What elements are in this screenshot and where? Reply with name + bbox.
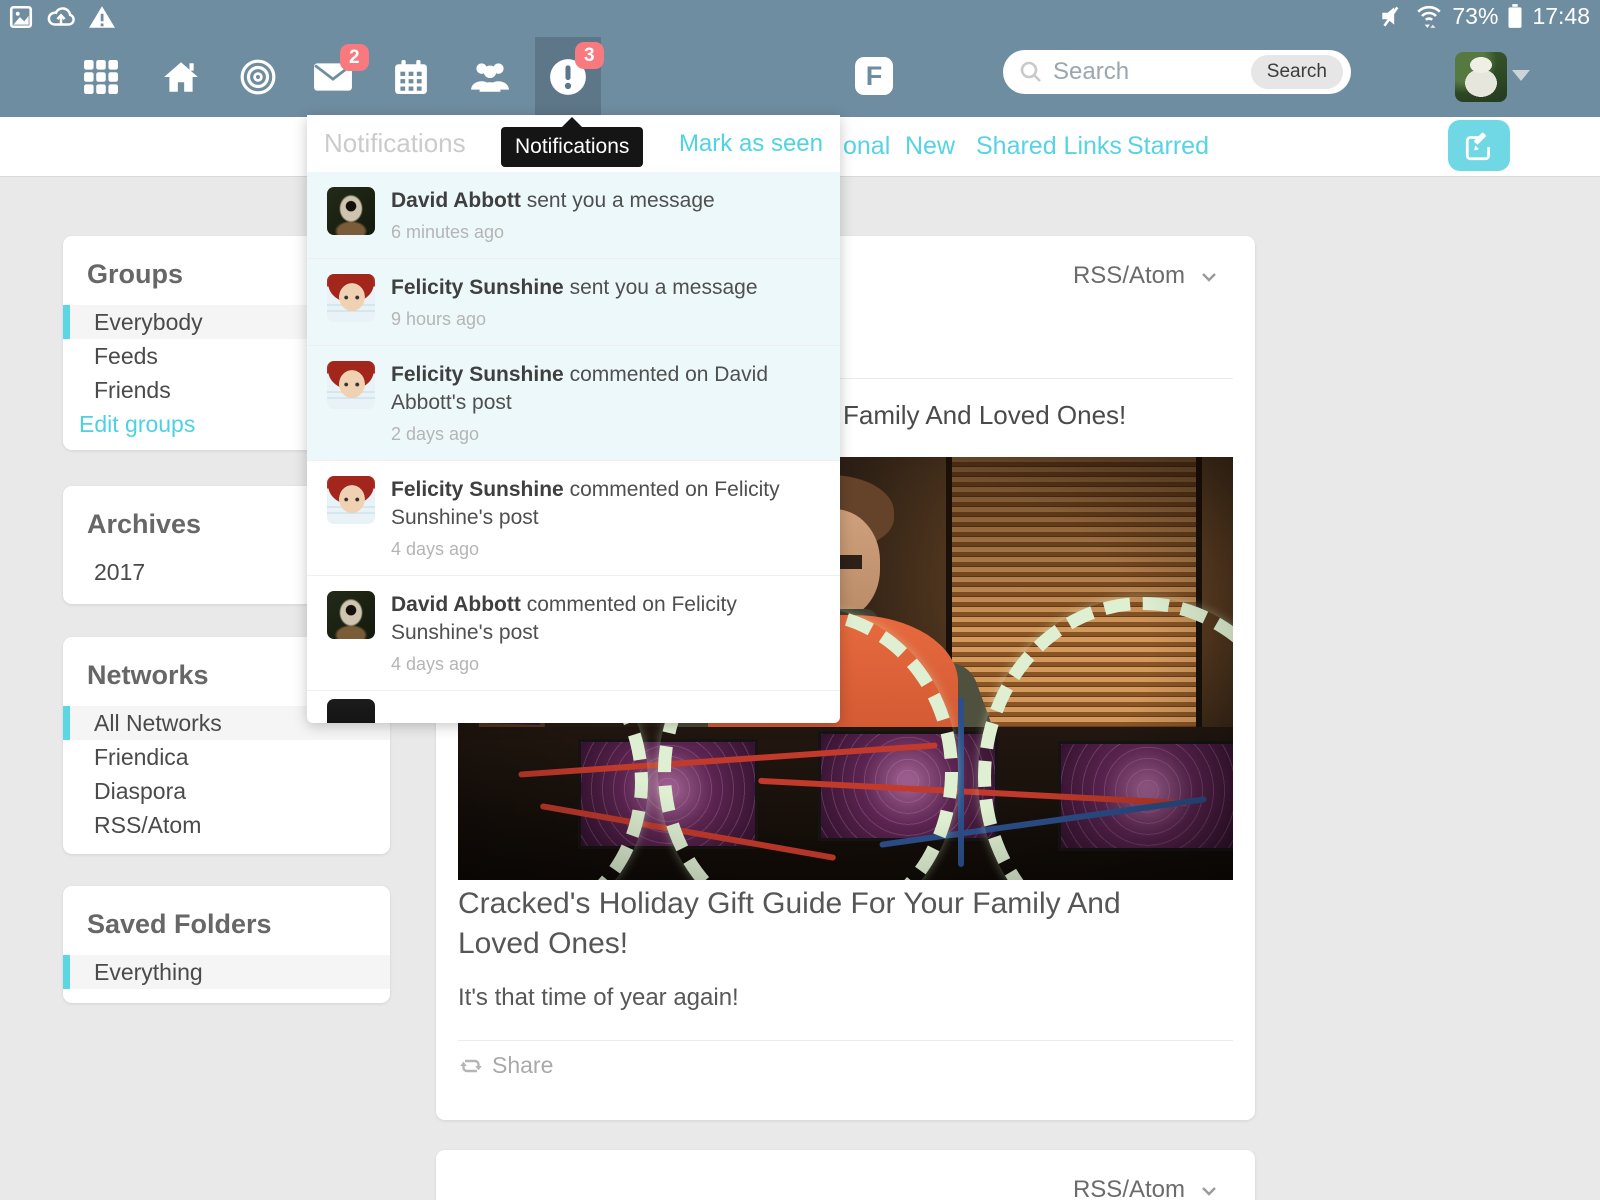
networks-list: All Networks Friendica Diaspora RSS/Atom [63,706,390,842]
user-avatar[interactable] [1455,52,1507,102]
notification-text: Felicity Sunshine commented on Felicity … [391,476,824,532]
clock-text: 17:48 [1532,3,1590,30]
calendar-icon [393,59,429,95]
apps-grid-icon [83,59,119,95]
notifications-dropdown: Notifications Mark as seen David Abbott … [307,115,840,723]
share-retweet-icon [458,1056,484,1076]
tab-starred[interactable]: Starred [1127,117,1209,177]
tab-new[interactable]: New [905,117,955,177]
warning-icon [88,4,116,30]
notification-item[interactable]: Felicity Sunshine commented on Felicity … [307,460,840,575]
notification-actor: David Abbott [391,593,521,616]
contacts-button[interactable] [457,37,523,117]
compose-button[interactable] [1448,120,1510,171]
post1-teaser-fragment: Family And Loved Ones! [843,400,1126,431]
screenshot-icon [8,4,34,30]
saved-folders-list: Everything [63,955,390,989]
notification-time: 9 hours ago [391,309,824,330]
search-input[interactable] [1053,58,1251,86]
battery-icon [1507,3,1523,29]
avatar-felicity-sunshine [327,274,375,322]
post1-share-button[interactable]: Share [458,1052,553,1079]
status-icons-right: 73% 17:48 [1378,2,1590,30]
post-card-2: RSS/Atom [436,1150,1255,1200]
avatar-felicity-sunshine [327,361,375,409]
sidebar-item-everything[interactable]: Everything [63,955,390,989]
cloud-upload-icon [46,4,76,30]
chevron-down-icon[interactable] [1201,272,1217,282]
tab-personal-fragment[interactable]: onal [843,117,890,177]
avatar-partial [327,699,375,723]
notification-time: 2 days ago [391,424,824,445]
bullseye-icon [239,58,277,96]
post1-attachment-title[interactable]: Cracked's Holiday Gift Guide For Your Fa… [458,884,1198,964]
notification-item[interactable]: David Abbott commented on Felicity Sunsh… [307,575,840,690]
notification-text: Felicity Sunshine commented on David Abb… [391,361,824,417]
notification-item[interactable]: Felicity Sunshine commented on David Abb… [307,345,840,460]
avatar-david-abbott [327,187,375,235]
post2-network-label[interactable]: RSS/Atom [1073,1176,1185,1200]
notifications-tooltip: Notifications [501,127,643,167]
user-menu-caret-icon[interactable] [1512,70,1530,81]
search-icon [1019,60,1043,84]
notification-item[interactable]: Felicity Sunshine sent you a message 9 h… [307,258,840,345]
sidebar-item-friendica[interactable]: Friendica [63,740,390,774]
notification-action: sent you a message [570,276,758,299]
notification-item[interactable]: David Abbott sent you a message 6 minute… [307,172,840,258]
status-icons-left [8,4,116,30]
post1-body-text: It's that time of year again! [458,984,739,1012]
sidebar-item-rss-atom[interactable]: RSS/Atom [63,808,390,842]
search-bar: Search [1003,50,1351,94]
mark-as-seen-link[interactable]: Mark as seen [679,130,823,158]
avatar-david-abbott [327,591,375,639]
notification-time: 4 days ago [391,654,824,675]
notification-text: David Abbott commented on Felicity Sunsh… [391,591,824,647]
top-header-bar: 73% 17:48 2 3 F Search [0,0,1600,117]
people-icon [469,60,511,94]
avatar-felicity-sunshine [327,476,375,524]
notification-actor: Felicity Sunshine [391,363,564,386]
notification-action: sent you a message [527,189,715,212]
wifi-icon [1415,2,1443,30]
notifications-panel-title: Notifications [324,128,466,159]
sidebar-item-diaspora[interactable]: Diaspora [63,774,390,808]
post1-footer-divider [458,1040,1233,1041]
notification-actor: David Abbott [391,189,521,212]
events-button[interactable] [378,37,444,117]
friendica-page: 73% 17:48 2 3 F Search [0,0,1600,1200]
notification-actor: Felicity Sunshine [391,478,564,501]
tooltip-arrow [562,117,582,127]
apps-menu-button[interactable] [68,37,134,117]
friendica-logo[interactable]: F [855,57,893,95]
home-icon [162,60,200,94]
saved-folders-card: Saved Folders Everything [63,886,390,1003]
notifications-badge: 3 [575,42,604,69]
battery-percent-text: 73% [1452,3,1498,30]
share-label: Share [492,1052,553,1079]
notification-item-partial[interactable] [307,690,840,723]
notification-text: David Abbott sent you a message [391,187,824,215]
notification-actor: Felicity Sunshine [391,276,564,299]
search-submit-button[interactable]: Search [1251,55,1343,89]
network-button[interactable] [225,37,291,117]
mute-icon [1378,3,1406,29]
tooltip-text: Notifications [515,135,629,158]
post1-network-label[interactable]: RSS/Atom [1073,262,1185,290]
notification-time: 4 days ago [391,539,824,560]
tab-shared-links[interactable]: Shared Links [976,117,1122,177]
notification-text: Felicity Sunshine sent you a message [391,274,824,302]
notification-time: 6 minutes ago [391,222,824,243]
saved-folders-title: Saved Folders [63,886,390,940]
home-button[interactable] [148,37,214,117]
chevron-down-icon[interactable] [1201,1186,1217,1196]
messages-badge: 2 [340,44,369,71]
compose-pencil-icon [1463,130,1495,162]
